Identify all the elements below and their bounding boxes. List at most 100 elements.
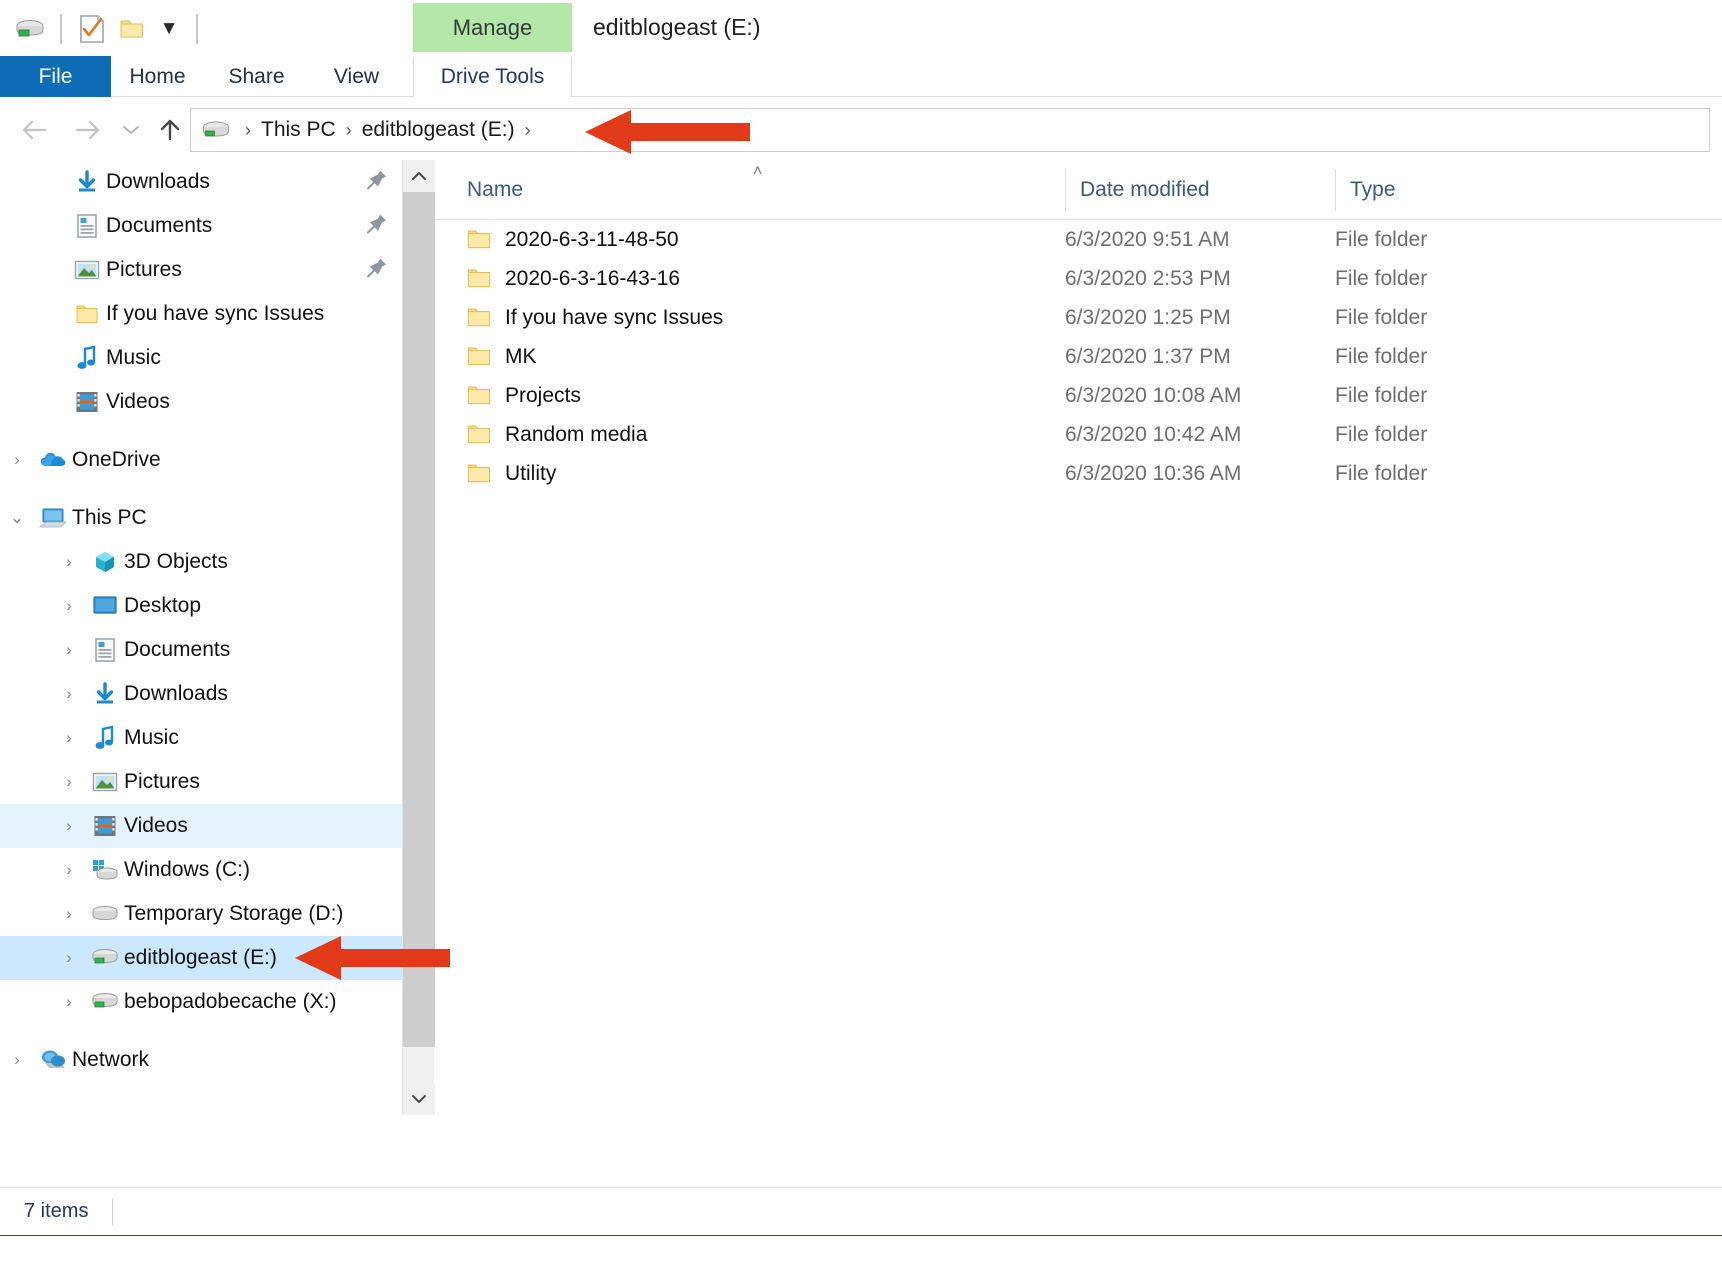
sidebar-item-temporary-storage-d[interactable]: › Temporary Storage (D:) [0,892,402,936]
cell-name[interactable]: Random media [467,415,647,454]
breadcrumb-separator-2[interactable]: › [525,120,531,141]
table-row[interactable]: MK 6/3/2020 1:37 PM File folder [435,337,1722,376]
up-one-level-button[interactable] [148,108,192,152]
chevron-right-icon[interactable]: › [52,860,86,880]
cell-name[interactable]: If you have sync Issues [467,298,723,337]
breadcrumb-separator-0[interactable]: › [245,120,251,141]
sidebar-item-videos-quick[interactable]: Videos [0,380,402,424]
network-drive-icon [86,991,124,1013]
breadcrumb-item-editblogeast[interactable]: editblogeast (E:) [362,118,515,142]
sidebar-item-3d-objects[interactable]: › 3D Objects [0,540,402,584]
sidebar-item-pictures-quick[interactable]: Pictures [0,248,402,292]
column-header-name[interactable]: Name [467,160,523,220]
chevron-right-icon[interactable]: › [52,684,86,704]
cell-date-modified: 6/3/2020 1:37 PM [1065,344,1231,368]
toolbar-separator-2 [196,14,198,44]
table-row[interactable]: 2020-6-3-16-43-16 6/3/2020 2:53 PM File fo… [435,259,1722,298]
cell-name[interactable]: Utility [467,454,556,493]
table-row[interactable]: Projects 6/3/2020 10:08 AM File folder [435,376,1722,415]
tab-view[interactable]: View [309,57,404,97]
chevron-right-icon[interactable]: › [0,1050,34,1070]
recent-locations-chevron-down-icon[interactable] [115,108,147,152]
chevron-right-icon[interactable]: › [52,816,86,836]
sidebar-item-windows-c[interactable]: › Windows (C:) [0,848,402,892]
table-row[interactable]: Utility 6/3/2020 10:36 AM File folder [435,454,1722,493]
document-icon [68,213,106,239]
sidebar-item-music[interactable]: › Music [0,716,402,760]
status-bar: 7 items [0,1187,1722,1235]
sidebar-item-pictures[interactable]: › Pictures [0,760,402,804]
forward-button[interactable] [66,108,110,152]
address-bar[interactable]: › This PC › editblogeast (E:) › [190,108,1710,152]
column-header-type[interactable]: Type [1335,169,1396,211]
customize-toolbar-caret-icon[interactable]: ▼ [152,9,186,49]
sidebar-item-if-you-have-sync-issues[interactable]: If you have sync Issues [0,292,402,336]
file-list-pane[interactable]: ˄ Name Date modified Type 2020-6-3-11-48… [435,160,1722,1115]
chevron-right-icon[interactable]: › [52,772,86,792]
breadcrumb-item-this-pc[interactable]: This PC [261,118,336,142]
chevron-right-icon[interactable]: › [52,596,86,616]
new-folder-icon[interactable] [112,9,152,49]
sidebar-item-videos[interactable]: › Videos [0,804,402,848]
cell-date-modified: 6/3/2020 10:08 AM [1065,383,1242,407]
sidebar-item-music-quick[interactable]: Music [0,336,402,380]
cell-name[interactable]: 2020-6-3-11-48-50 [467,220,679,259]
folder-icon [467,463,491,484]
cell-name[interactable]: Projects [467,376,581,415]
drive-icon [10,9,50,49]
sidebar-item-bebopadobecache-x[interactable]: › bebopadobecache (X:) [0,980,402,1024]
sidebar-item-documents-quick[interactable]: Documents [0,204,402,248]
pin-icon[interactable] [366,257,388,284]
pin-icon[interactable] [366,169,388,196]
scroll-down-button[interactable] [403,1083,435,1115]
table-row[interactable]: If you have sync Issues 6/3/2020 1:25 PM F… [435,298,1722,337]
downloads-arrow-icon [86,681,124,707]
cell-type: File folder [1335,461,1428,485]
chevron-right-icon[interactable]: › [52,728,86,748]
file-name-label: Projects [505,383,581,407]
properties-checklist-icon[interactable] [72,9,112,49]
sidebar-item-desktop[interactable]: › Desktop [0,584,402,628]
sidebar-scrollbar[interactable] [402,160,435,1115]
chevron-down-icon[interactable]: ⌄ [0,508,34,528]
column-header-date-modified[interactable]: Date modified [1065,169,1210,211]
sidebar-item-label: Documents [106,214,213,237]
cell-name[interactable]: 2020-6-3-16-43-16 [467,259,680,298]
network-drive-icon [86,947,124,969]
back-button[interactable] [12,108,56,152]
chevron-right-icon[interactable]: › [52,552,86,572]
cell-type: File folder [1335,383,1428,407]
sidebar-item-documents[interactable]: › Documents [0,628,402,672]
cell-type: File folder [1335,305,1428,329]
ribbon-tab-strip: File Home Share View Drive Tools [0,56,1722,97]
sidebar-item-this-pc[interactable]: ⌄ This PC [0,496,402,540]
cell-type: File folder [1335,422,1428,446]
tab-home[interactable]: Home [111,57,204,97]
chevron-right-icon[interactable]: › [52,992,86,1012]
scroll-up-button[interactable] [403,160,435,192]
pin-icon[interactable] [366,213,388,240]
tab-file[interactable]: File [0,56,111,97]
chevron-right-icon[interactable]: › [52,948,86,968]
scrollbar-thumb[interactable] [403,192,435,1047]
chevron-right-icon[interactable]: › [52,640,86,660]
navigation-pane[interactable]: Downloads Documents Pictures If you have… [0,160,402,1115]
pictures-icon [86,771,124,793]
network-icon [34,1048,72,1072]
chevron-right-icon[interactable]: › [0,450,34,470]
sidebar-item-downloads[interactable]: Downloads [0,160,402,204]
breadcrumb-separator-1[interactable]: › [346,120,352,141]
cell-name[interactable]: MK [467,337,537,376]
folder-icon [467,424,491,445]
sidebar-item-network[interactable]: › Network [0,1038,402,1082]
title-bar: ▼ Manage editblogeast (E:) [0,0,1722,57]
table-row[interactable]: Random media 6/3/2020 10:42 AM File folder [435,415,1722,454]
chevron-right-icon[interactable]: › [52,904,86,924]
sidebar-item-label: Network [72,1048,150,1071]
sidebar-item-onedrive[interactable]: › OneDrive [0,438,402,482]
tab-share[interactable]: Share [204,57,309,97]
tab-drive-tools[interactable]: Drive Tools [413,57,572,97]
sidebar-item-editblogeast-e[interactable]: › editblogeast (E:) [0,936,402,980]
table-row[interactable]: 2020-6-3-11-48-50 6/3/2020 9:51 AM File fo… [435,220,1722,259]
sidebar-item-downloads-pc[interactable]: › Downloads [0,672,402,716]
